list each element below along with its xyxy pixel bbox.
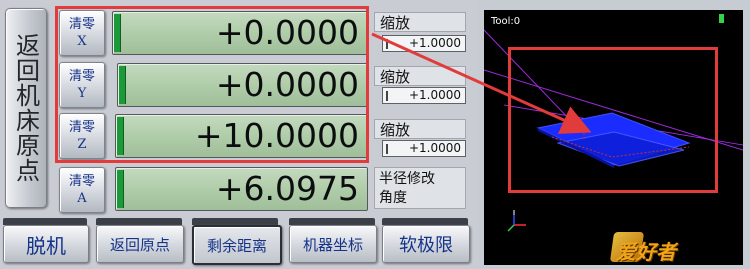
watermark-text: 爱好者	[616, 240, 676, 264]
annotation-arrow-line	[371, 32, 592, 134]
annotation-arrow	[371, 32, 592, 134]
